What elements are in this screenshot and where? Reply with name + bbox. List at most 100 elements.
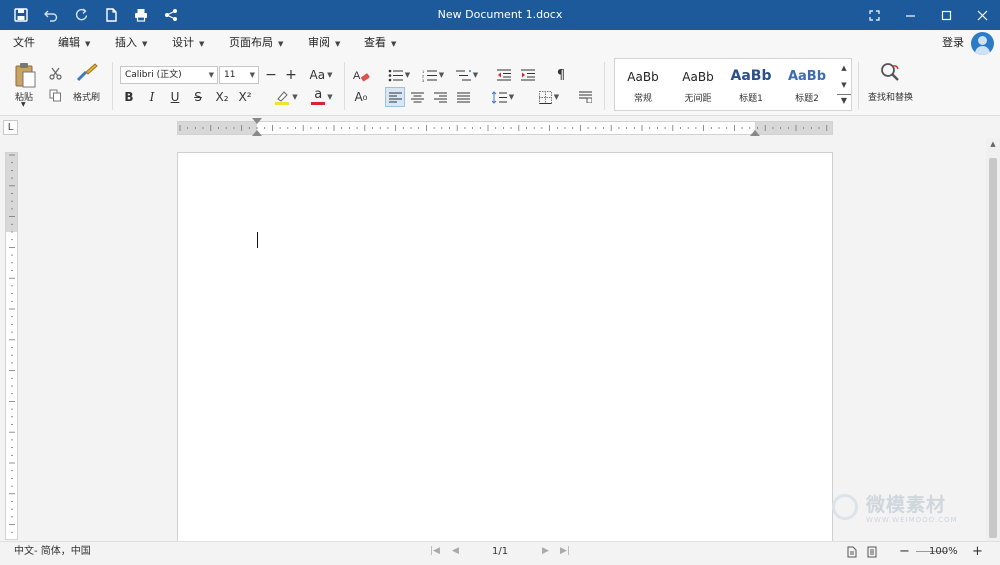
justify-icon — [456, 92, 470, 102]
style-heading-2[interactable]: AaBb 标题2 — [779, 59, 835, 110]
redo-icon[interactable] — [66, 0, 96, 30]
style-normal[interactable]: AaBb 常规 — [615, 59, 671, 110]
superscript-button[interactable]: X² — [235, 88, 255, 106]
chevron-down-icon: ▼ — [508, 93, 515, 101]
font-color-button[interactable]: a ▼ — [306, 87, 338, 106]
minimize-icon[interactable] — [892, 0, 928, 30]
styles-scroll-up-button[interactable]: ▲ — [837, 61, 851, 75]
divider — [112, 62, 113, 110]
vertical-ruler[interactable] — [5, 152, 18, 540]
web-layout-button[interactable] — [867, 546, 877, 558]
show-marks-button[interactable]: ¶ — [552, 66, 570, 84]
window-controls — [856, 0, 1000, 30]
underline-button[interactable]: U — [166, 88, 184, 106]
cut-button[interactable] — [46, 64, 64, 82]
copy-button[interactable] — [46, 86, 64, 104]
highlight-color-button[interactable]: ▼ — [270, 88, 302, 106]
borders-button[interactable]: ▼ — [534, 88, 564, 106]
align-left-icon — [388, 92, 402, 102]
align-left-button[interactable] — [385, 87, 405, 107]
save-icon[interactable] — [6, 0, 36, 30]
decrease-indent-icon — [497, 69, 511, 81]
zoom-level[interactable]: 100% — [929, 542, 958, 561]
document-page[interactable] — [177, 152, 833, 544]
menu-page-layout[interactable]: 页面布局 ▼ — [229, 30, 283, 56]
bold-button[interactable]: B — [120, 88, 138, 106]
clear-formatting-button[interactable]: A — [350, 64, 372, 86]
close-icon[interactable] — [964, 0, 1000, 30]
format-painter-button[interactable] — [74, 60, 100, 84]
new-document-icon[interactable] — [96, 0, 126, 30]
print-icon[interactable] — [126, 0, 156, 30]
zoom-out-button[interactable]: − — [899, 542, 910, 561]
change-case-button[interactable]: Aa ▼ — [305, 66, 337, 84]
search-icon — [881, 63, 899, 81]
login-link[interactable]: 登录 — [942, 30, 964, 56]
highlighter-icon — [275, 91, 290, 105]
page-indicator: 1/1 — [492, 546, 509, 557]
zoom-in-button[interactable]: + — [972, 542, 983, 561]
paragraph-settings-button[interactable] — [576, 88, 594, 106]
brush-icon — [76, 63, 98, 82]
align-center-icon — [410, 92, 424, 102]
subscript-button[interactable]: X₂ — [212, 88, 232, 106]
styles-scroll-down-button[interactable]: ▼ — [837, 78, 851, 92]
print-layout-button[interactable] — [847, 546, 857, 558]
menu-edit[interactable]: 编辑 ▼ — [58, 30, 90, 56]
styles-expand-button[interactable]: ▼ — [837, 94, 851, 108]
menu-design[interactable]: 设计 ▼ — [172, 30, 204, 56]
indent-marker-bottom[interactable] — [252, 130, 262, 136]
borders-icon — [538, 90, 552, 104]
avatar[interactable] — [971, 32, 994, 55]
previous-page-button[interactable]: ◀ — [452, 542, 459, 561]
strikethrough-button[interactable]: S — [189, 88, 207, 106]
chevron-down-icon: ▼ — [199, 40, 205, 48]
vertical-scrollbar[interactable]: ▲ — [986, 138, 1000, 542]
tab-stop-selector[interactable]: L — [3, 120, 18, 135]
font-size-select[interactable]: 11 ▼ — [219, 66, 259, 84]
undo-icon[interactable] — [36, 0, 66, 30]
last-page-button[interactable]: ▶| — [560, 542, 570, 561]
first-page-button[interactable]: |◀ — [430, 542, 440, 561]
paste-button[interactable] — [10, 60, 40, 90]
italic-button[interactable]: I — [143, 88, 161, 106]
horizontal-ruler[interactable] — [177, 118, 833, 136]
font-name-select[interactable]: Calibri (正文) ▼ — [120, 66, 218, 84]
menu-view[interactable]: 查看 ▼ — [364, 30, 396, 56]
numbered-list-button[interactable]: 123 ▼ — [418, 66, 448, 84]
character-style-button[interactable]: Ao — [350, 88, 372, 106]
chevron-down-icon: ▼ — [335, 40, 341, 48]
maximize-icon[interactable] — [928, 0, 964, 30]
increase-indent-button[interactable] — [518, 66, 538, 84]
multilevel-list-button[interactable]: ▼ — [452, 66, 482, 84]
line-spacing-button[interactable]: ▼ — [488, 88, 518, 106]
align-center-button[interactable] — [408, 88, 426, 106]
next-page-button[interactable]: ▶ — [542, 542, 549, 561]
chevron-down-icon: ▼ — [292, 93, 298, 101]
style-no-spacing[interactable]: AaBb 无间距 — [670, 59, 726, 110]
fullscreen-icon[interactable] — [856, 0, 892, 30]
menu-review[interactable]: 审阅 ▼ — [308, 30, 340, 56]
share-icon[interactable] — [156, 0, 186, 30]
decrease-indent-button[interactable] — [494, 66, 514, 84]
indent-marker-top[interactable] — [252, 118, 262, 124]
find-replace-button[interactable] — [876, 60, 904, 86]
menu-file[interactable]: 文件 — [13, 30, 35, 56]
chevron-down-icon: ▼ — [85, 40, 91, 48]
menu-insert[interactable]: 插入 ▼ — [115, 30, 147, 56]
justify-button[interactable] — [454, 88, 472, 106]
copy-icon — [49, 89, 61, 101]
scrollbar-thumb[interactable] — [989, 158, 997, 538]
font-size-increase-button[interactable]: + — [282, 66, 300, 84]
numbered-list-icon: 123 — [422, 69, 437, 82]
scissors-icon — [48, 67, 62, 80]
style-heading-1[interactable]: AaBb 标题1 — [723, 59, 779, 110]
scroll-up-icon[interactable]: ▲ — [986, 140, 1000, 148]
bullet-list-icon — [388, 69, 403, 81]
bullet-list-button[interactable]: ▼ — [384, 66, 414, 84]
font-size-decrease-button[interactable]: − — [262, 66, 280, 84]
multilevel-list-icon — [455, 69, 471, 80]
language-status[interactable]: 中文- 简体，中国 — [14, 542, 91, 561]
align-right-button[interactable] — [431, 88, 449, 106]
right-indent-marker[interactable] — [750, 130, 760, 136]
